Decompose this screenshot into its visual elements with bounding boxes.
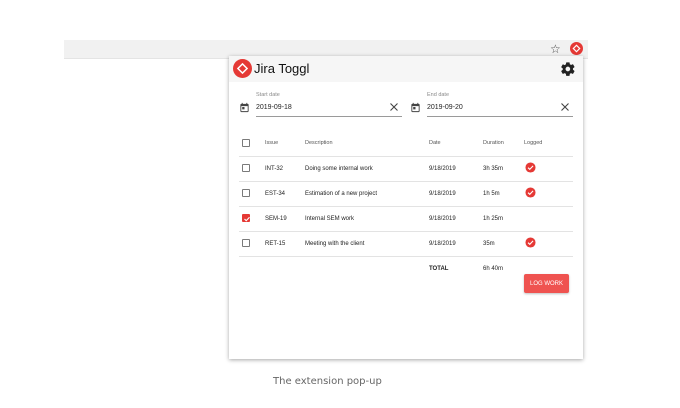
- table-row[interactable]: SEM-19 Internal SEM work 9/18/2019 1h 25…: [239, 207, 573, 232]
- clear-start-date-icon[interactable]: [389, 102, 399, 112]
- row-date: 9/18/2019: [429, 216, 456, 222]
- end-date-label: End date: [427, 92, 450, 98]
- extension-popup: Jira Toggl Start date 2019-09-18 End dat…: [229, 56, 583, 359]
- issue-key: SEM-19: [265, 216, 287, 222]
- gear-icon[interactable]: [560, 61, 576, 77]
- clear-end-date-icon[interactable]: [560, 102, 570, 112]
- header-duration: Duration: [483, 140, 504, 146]
- total-label: TOTAL: [429, 266, 449, 272]
- row-duration: 35m: [483, 241, 495, 247]
- popup-header: Jira Toggl: [229, 56, 583, 82]
- extension-button[interactable]: [570, 42, 583, 55]
- header-logged: Logged: [524, 140, 543, 146]
- issue-description: Doing some internal work: [305, 166, 373, 172]
- issue-key: RET-15: [265, 241, 286, 247]
- log-work-button[interactable]: LOG WORK: [524, 274, 569, 293]
- row-date: 9/18/2019: [429, 166, 456, 172]
- issue-description: Estimation of a new project: [305, 191, 378, 197]
- logged-check-icon: [525, 162, 536, 173]
- table-row[interactable]: EST-34 Estimation of a new project 9/18/…: [239, 182, 573, 207]
- row-checkbox[interactable]: [242, 214, 250, 222]
- check-icon: [244, 216, 250, 222]
- table-row[interactable]: INT-32 Doing some internal work 9/18/201…: [239, 157, 573, 182]
- issue-key: INT-32: [265, 166, 284, 172]
- issue-description: Meeting with the client: [305, 241, 365, 247]
- start-date-underline: [256, 116, 402, 117]
- row-duration: 1h 5m: [483, 191, 500, 197]
- end-date-input[interactable]: 2019-09-20: [427, 104, 463, 111]
- select-all-checkbox[interactable]: [242, 139, 250, 147]
- star-icon[interactable]: ☆: [550, 41, 561, 57]
- jira-toggl-logo-icon: [233, 59, 252, 78]
- table-row[interactable]: RET-15 Meeting with the client 9/18/2019…: [239, 232, 573, 257]
- row-date: 9/18/2019: [429, 191, 456, 197]
- jira-toggl-logo-icon: [572, 44, 581, 53]
- table-header-row: Issue Description Date Duration Logged: [239, 132, 573, 157]
- calendar-icon[interactable]: [239, 102, 250, 113]
- header-date: Date: [429, 140, 441, 146]
- logged-check-icon: [525, 237, 536, 248]
- caption: The extension pop-up: [273, 376, 382, 387]
- start-date-input[interactable]: 2019-09-18: [256, 104, 292, 111]
- end-date-field[interactable]: End date 2019-09-20: [410, 89, 573, 119]
- row-duration: 3h 35m: [483, 166, 504, 172]
- row-checkbox[interactable]: [242, 239, 250, 247]
- start-date-field[interactable]: Start date 2019-09-18: [239, 89, 402, 119]
- start-date-label: Start date: [256, 92, 280, 98]
- header-description: Description: [305, 140, 333, 146]
- issue-description: Internal SEM work: [305, 216, 355, 222]
- issue-key: EST-34: [265, 191, 286, 197]
- total-row: TOTAL 6h 40m: [239, 257, 573, 277]
- row-duration: 1h 25m: [483, 216, 504, 222]
- total-duration: 6h 40m: [483, 266, 504, 272]
- row-checkbox[interactable]: [242, 164, 250, 172]
- logged-check-icon: [525, 187, 536, 198]
- popup-title: Jira Toggl: [254, 61, 310, 76]
- calendar-icon[interactable]: [410, 102, 421, 113]
- end-date-underline: [427, 116, 573, 117]
- header-issue: Issue: [265, 140, 279, 146]
- row-checkbox[interactable]: [242, 189, 250, 197]
- row-date: 9/18/2019: [429, 241, 456, 247]
